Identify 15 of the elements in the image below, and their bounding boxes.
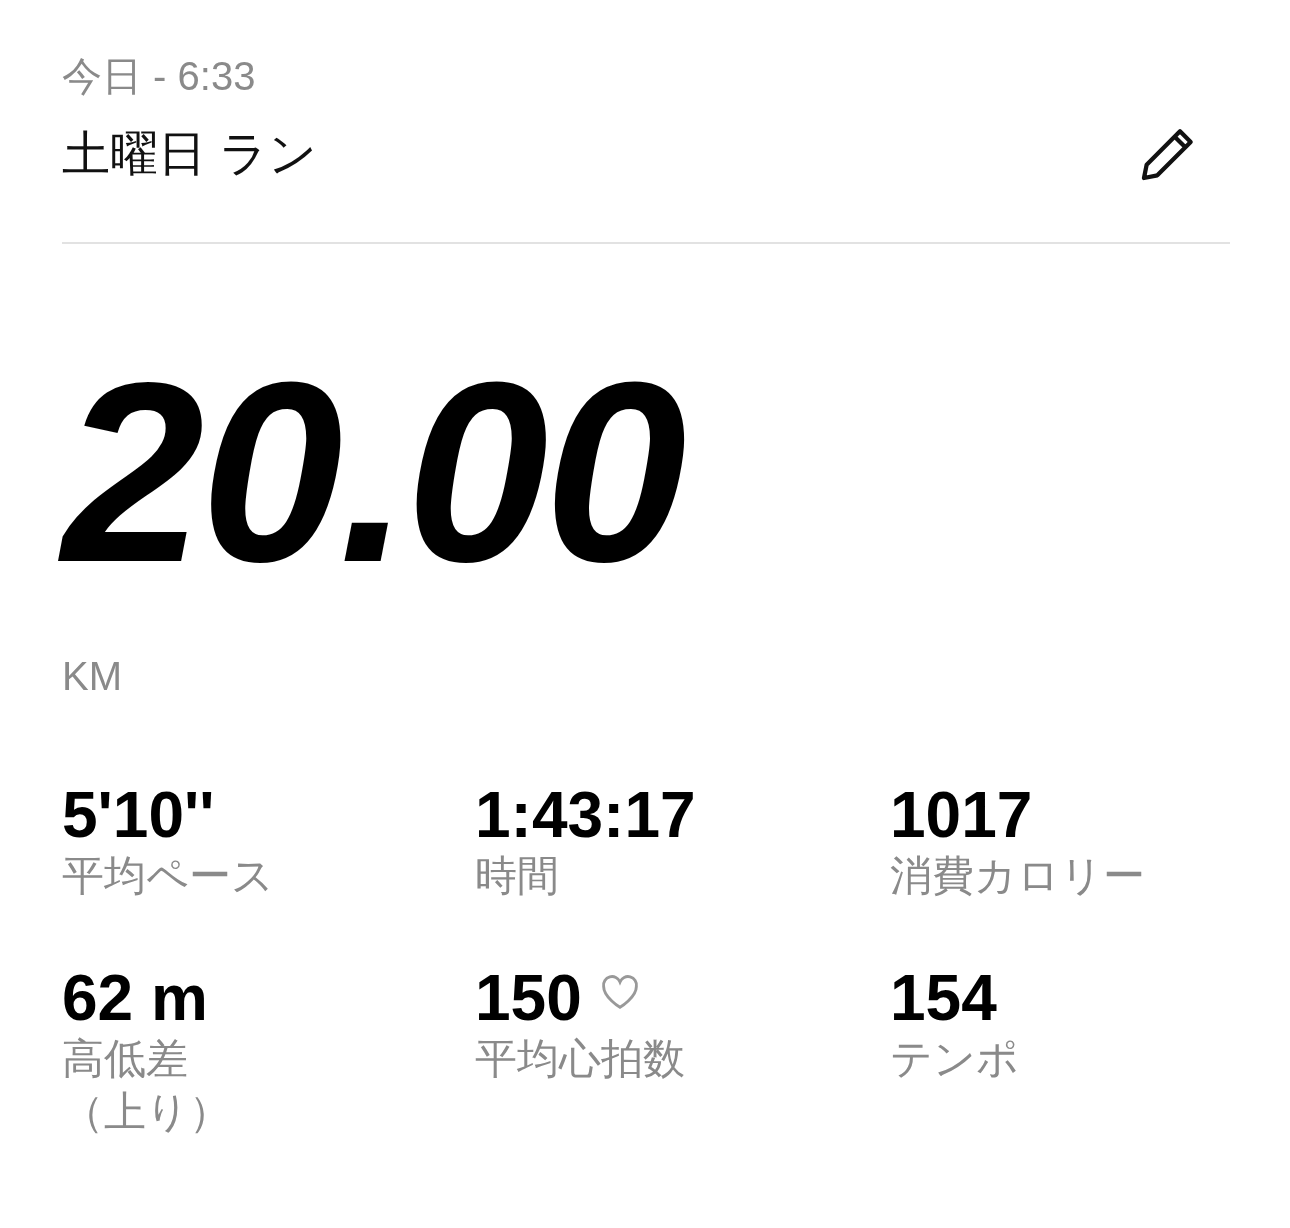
stat-label: テンポ — [890, 1034, 1019, 1085]
stat-value: 5'10'' — [62, 780, 215, 851]
date-time: 今日 - 6:33 — [62, 53, 256, 100]
distance-unit: KM — [62, 653, 122, 700]
activity-title: 土曜日 ラン — [62, 126, 318, 183]
stat-value: 1017 — [890, 780, 1033, 851]
stat-label: 平均ペース — [62, 851, 274, 902]
stat-value: 150 — [475, 962, 582, 1034]
stat-label: 平均心拍数 — [475, 1034, 685, 1085]
stat-value: 1:43:17 — [475, 780, 696, 851]
stat-label: 時間 — [475, 851, 559, 902]
stat-label: 消費カロリー — [890, 851, 1145, 902]
stat-label: 高低差（上り） — [62, 1034, 232, 1137]
stat-value: 154 — [890, 962, 997, 1034]
stat-value: 62 m — [62, 962, 208, 1034]
